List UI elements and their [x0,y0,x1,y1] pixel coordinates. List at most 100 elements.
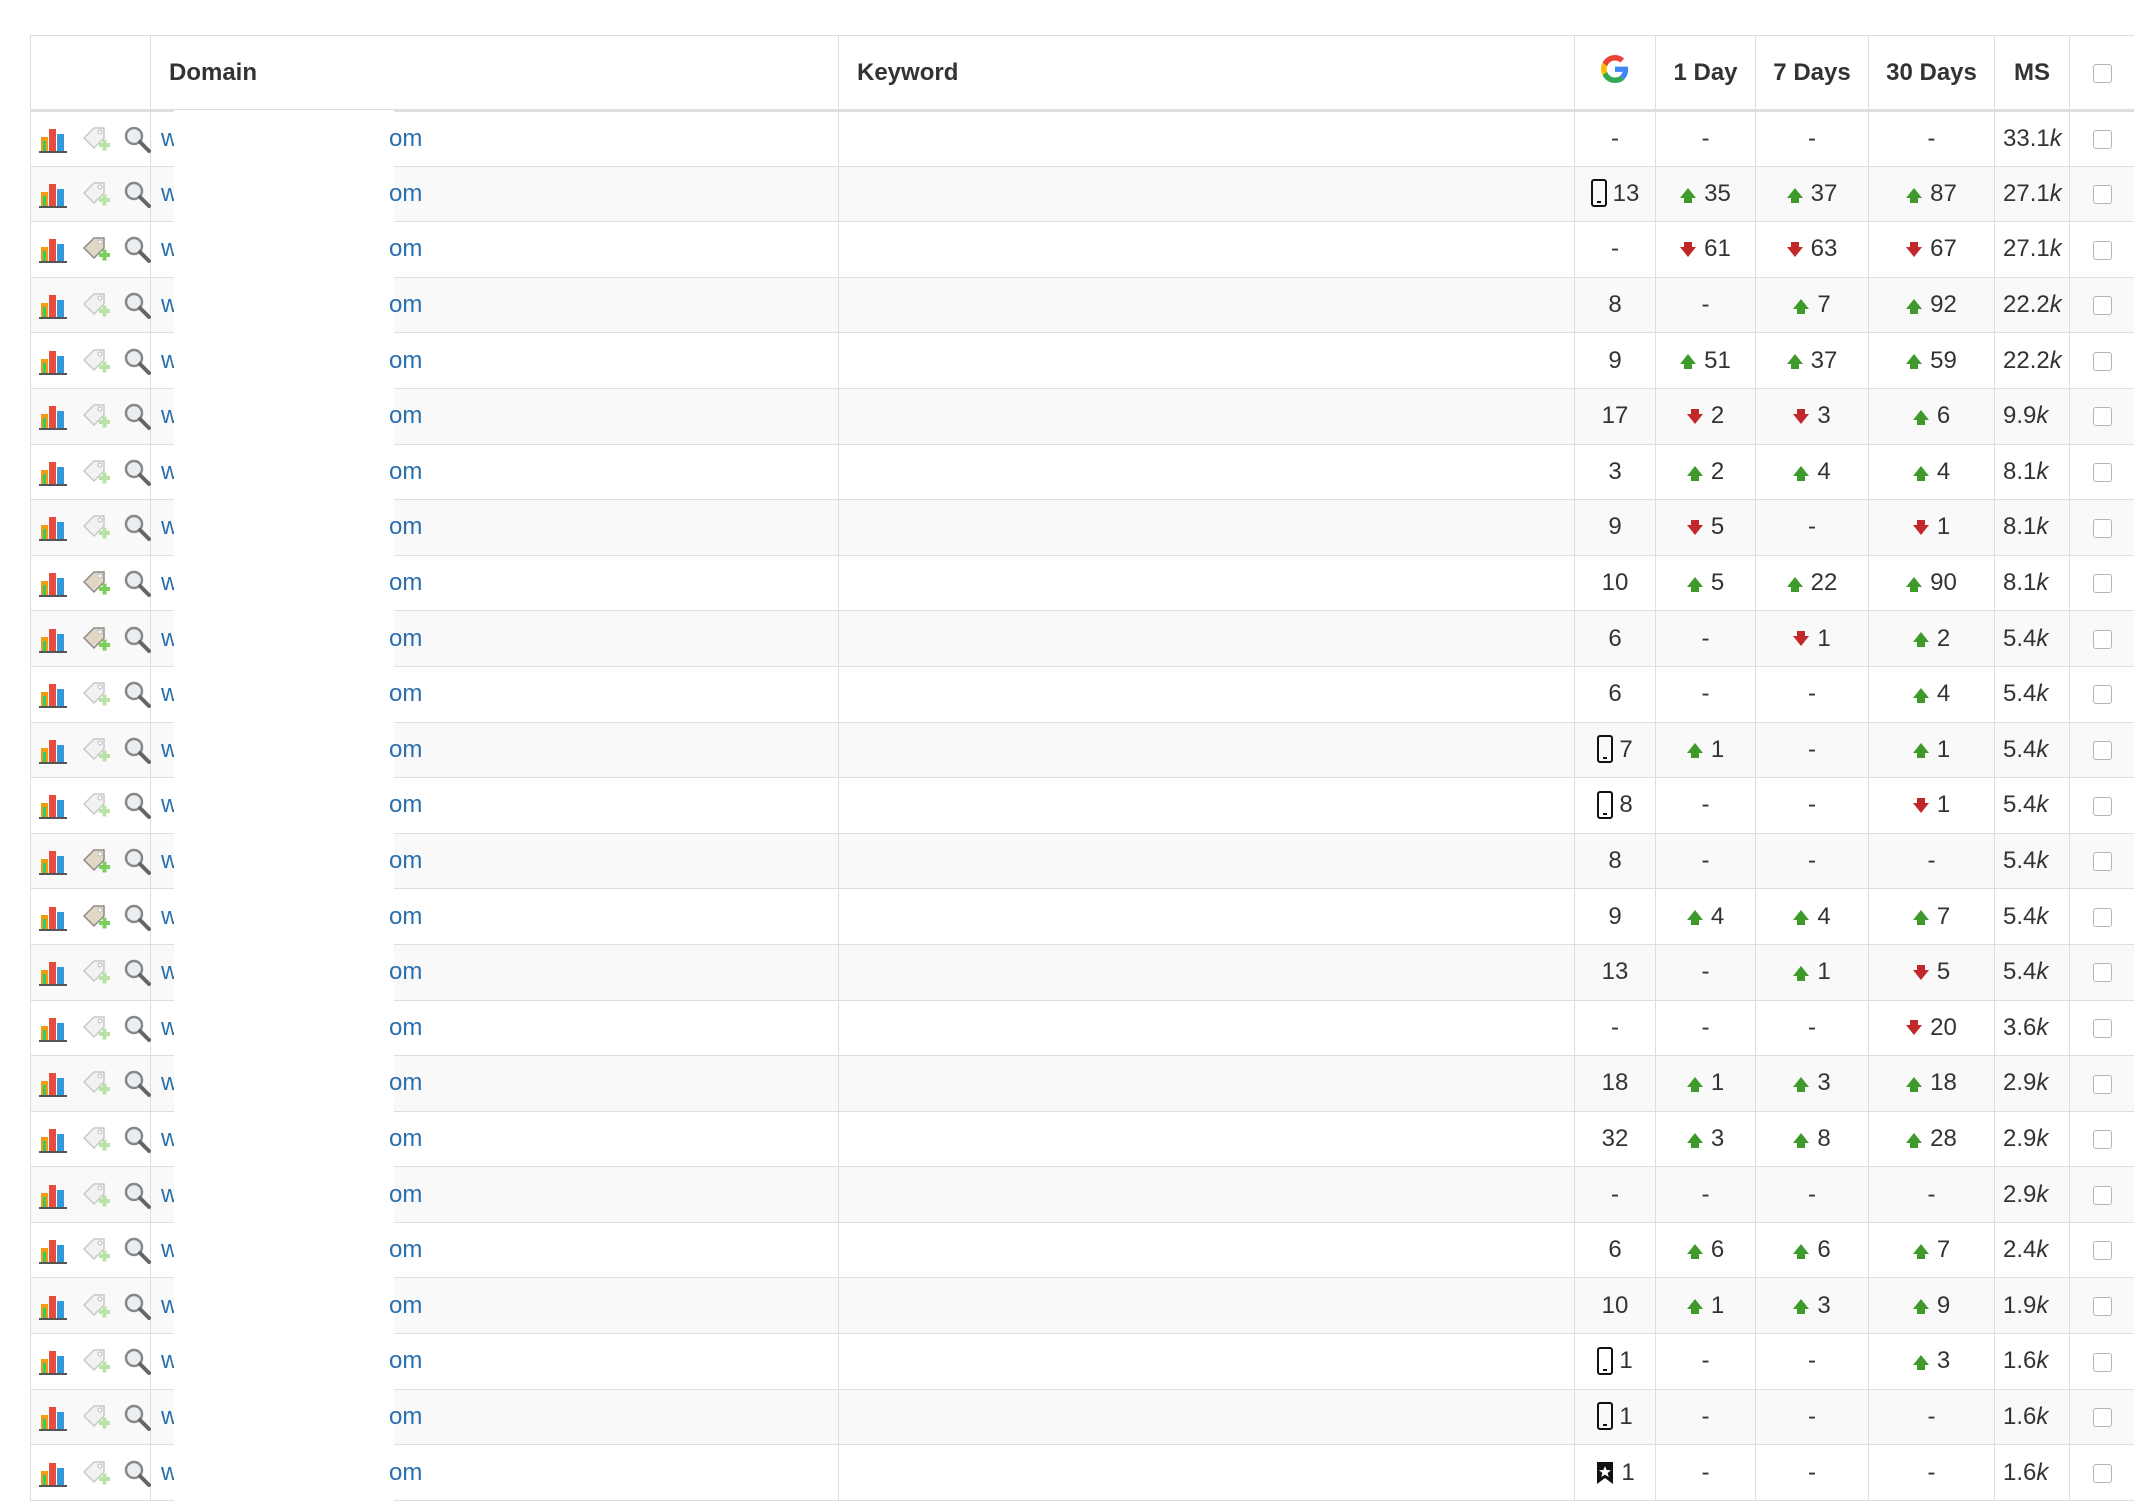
magnifier-icon[interactable] [122,958,152,987]
add-tag-icon[interactable] [80,679,112,709]
magnifier-icon[interactable] [122,1181,152,1209]
magnifier-icon[interactable] [122,1014,152,1042]
chart-icon[interactable] [39,1347,69,1376]
add-tag-icon[interactable] [80,1068,112,1098]
chart-icon[interactable] [39,513,69,542]
domain-link-end[interactable]: om [389,347,422,375]
magnifier-icon[interactable] [122,291,152,320]
row-checkbox[interactable] [2092,129,2112,149]
magnifier-icon[interactable] [122,791,152,820]
add-tag-icon[interactable] [80,1458,112,1488]
magnifier-icon[interactable] [122,569,152,598]
domain-cell[interactable]: w om [150,1220,839,1280]
domain-link-end[interactable]: om [389,791,422,819]
chart-icon[interactable] [39,402,69,431]
domain-link-end[interactable]: om [389,958,422,986]
add-tag-icon[interactable] [80,1346,112,1376]
row-checkbox[interactable] [2092,296,2112,316]
domain-cell[interactable]: w om [150,1165,839,1224]
day1-header[interactable]: 1 Day [1655,35,1756,112]
domain-link-end[interactable]: om [389,569,422,597]
keyword-header[interactable]: Keyword [838,35,1575,112]
magnifier-icon[interactable] [122,680,152,709]
day30-header[interactable]: 30 Days [1868,35,1995,112]
row-checkbox[interactable] [2092,351,2112,371]
magnifier-icon[interactable] [122,903,152,931]
row-checkbox[interactable] [2092,1185,2112,1205]
magnifier-icon[interactable] [122,1069,152,1098]
add-tag-icon[interactable] [80,902,112,932]
magnifier-icon[interactable] [122,1403,152,1431]
domain-link-end[interactable]: om [389,1459,422,1487]
magnifier-icon[interactable] [122,625,152,653]
domain-cell[interactable]: w om [150,720,839,780]
domain-cell[interactable]: w om [150,1109,839,1169]
row-checkbox[interactable] [2092,1018,2112,1038]
row-checkbox[interactable] [2092,1463,2112,1483]
magnifier-icon[interactable] [122,402,152,431]
domain-link-end[interactable]: om [389,680,422,708]
add-tag-icon[interactable] [80,790,112,820]
domain-link-end[interactable]: om [389,736,422,764]
row-checkbox[interactable] [2092,796,2112,816]
add-tag-icon[interactable] [80,1124,112,1154]
chart-icon[interactable] [39,847,69,876]
domain-cell[interactable]: w om [150,1276,839,1336]
chart-icon[interactable] [39,903,69,931]
row-checkbox[interactable] [2092,1130,2112,1150]
domain-cell[interactable]: w om [150,609,839,668]
add-tag-icon[interactable] [80,290,112,320]
chart-icon[interactable] [39,1292,69,1320]
row-checkbox[interactable] [2092,240,2112,260]
domain-cell[interactable]: w om [150,275,839,335]
domain-link-end[interactable]: om [389,1125,422,1153]
add-tag-icon[interactable] [80,346,112,376]
magnifier-icon[interactable] [122,847,152,876]
magnifier-icon[interactable] [122,180,152,208]
domain-cell[interactable]: w om [150,1332,839,1391]
row-checkbox[interactable] [2092,574,2112,594]
add-tag-icon[interactable] [80,624,112,654]
domain-link-end[interactable]: om [389,513,422,541]
chart-icon[interactable] [39,458,69,486]
chart-icon[interactable] [39,569,69,598]
domain-cell[interactable]: w om [150,220,839,279]
row-checkbox[interactable] [2092,1241,2112,1261]
chart-icon[interactable] [39,1125,69,1153]
row-checkbox[interactable] [2092,463,2112,483]
magnifier-icon[interactable] [122,1125,152,1153]
add-tag-icon[interactable] [80,846,112,876]
magnifier-icon[interactable] [122,235,152,264]
row-checkbox[interactable] [2092,1408,2112,1428]
row-checkbox[interactable] [2092,1074,2112,1094]
add-tag-icon[interactable] [80,234,112,264]
magnifier-icon[interactable] [122,1347,152,1376]
chart-icon[interactable] [39,680,69,709]
chart-icon[interactable] [39,1403,69,1431]
add-tag-icon[interactable] [80,1291,112,1321]
domain-cell[interactable]: w om [150,331,839,390]
domain-link-end[interactable]: om [389,847,422,875]
domain-link-end[interactable]: om [389,235,422,263]
magnifier-icon[interactable] [122,347,152,375]
row-checkbox[interactable] [2092,740,2112,760]
add-tag-icon[interactable] [80,1235,112,1265]
domain-link-end[interactable]: om [389,1014,422,1042]
row-checkbox[interactable] [2092,407,2112,427]
magnifier-icon[interactable] [122,513,152,542]
chart-icon[interactable] [39,235,69,264]
domain-cell[interactable]: w om [150,831,839,891]
domain-link-end[interactable]: om [389,1069,422,1097]
domain-link-end[interactable]: om [389,458,422,486]
row-checkbox[interactable] [2092,518,2112,538]
domain-link-end[interactable]: om [389,1347,422,1375]
domain-cell[interactable]: w om [150,887,839,946]
chart-icon[interactable] [39,291,69,320]
domain-cell[interactable]: w om [150,942,839,1002]
add-tag-icon[interactable] [80,1402,112,1432]
magnifier-icon[interactable] [122,736,152,764]
chart-icon[interactable] [39,180,69,208]
add-tag-icon[interactable] [80,401,112,431]
add-tag-icon[interactable] [80,1180,112,1210]
add-tag-icon[interactable] [80,457,112,487]
